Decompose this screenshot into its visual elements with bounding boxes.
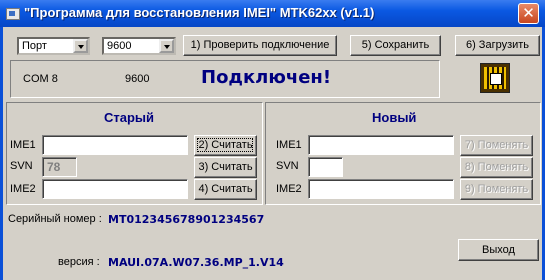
status-panel: COM 8 9600 Подключен! [10, 60, 440, 98]
new-imei1-label: IME1 [276, 139, 302, 151]
read-imei2-label: 4) Считать [198, 183, 253, 195]
read-imei1-label: 2) Считать [198, 139, 253, 151]
old-svn-field[interactable]: 78 [42, 157, 77, 177]
close-button[interactable]: ✕ [518, 3, 539, 24]
change-svn-button[interactable]: 8) Поменять [460, 157, 533, 178]
change-imei2-label: 9) Поменять [464, 183, 529, 195]
chevron-down-icon[interactable] [159, 39, 174, 53]
read-svn-label: 3) Считать [198, 161, 253, 173]
version-label: версия : [58, 256, 100, 268]
logo-core [490, 73, 502, 85]
old-svn-value: 78 [47, 160, 61, 174]
load-label: 6) Загрузить [465, 39, 530, 51]
read-imei1-button[interactable]: 2) Считать [194, 135, 257, 156]
read-imei2-button[interactable]: 4) Считать [194, 179, 257, 200]
chevron-down-icon[interactable] [73, 39, 88, 53]
window-title: "Программа для восстановления IMEI" MTK6… [24, 5, 375, 20]
save-label: 5) Сохранить [361, 39, 430, 51]
serial-number-value: MT012345678901234567 [108, 213, 265, 226]
new-imei2-field[interactable] [308, 179, 454, 199]
film-logo-icon [480, 63, 510, 93]
baud-select[interactable]: 9600 [102, 37, 176, 55]
app-icon [6, 8, 20, 20]
close-icon: ✕ [522, 4, 535, 22]
new-group-title: Новый [372, 110, 417, 125]
old-imei2-field[interactable] [42, 179, 188, 199]
baud-select-value: 9600 [107, 40, 132, 52]
new-svn-field[interactable] [308, 157, 343, 177]
change-imei1-label: 7) Поменять [464, 139, 529, 151]
serial-number-label: Серийный номер : [8, 213, 102, 225]
old-imei1-label: IME1 [10, 139, 36, 151]
old-svn-label: SVN [10, 160, 33, 172]
load-button[interactable]: 6) Загрузить [455, 35, 540, 56]
check-connection-button[interactable]: 1) Проверить подключение [183, 35, 337, 56]
port-select-value: Порт [22, 40, 47, 52]
version-value: MAUI.07A.W07.36.MP_1.V14 [108, 256, 284, 269]
exit-label: Выход [482, 244, 515, 256]
save-button[interactable]: 5) Сохранить [350, 35, 441, 56]
change-svn-label: 8) Поменять [464, 161, 529, 173]
change-imei1-button[interactable]: 7) Поменять [460, 135, 533, 156]
new-svn-label: SVN [276, 160, 299, 172]
status-com-port: COM 8 [23, 73, 58, 85]
read-svn-button[interactable]: 3) Считать [194, 157, 257, 178]
change-imei2-button[interactable]: 9) Поменять [460, 179, 533, 200]
window-border-left [0, 27, 3, 280]
exit-button[interactable]: Выход [458, 239, 539, 261]
title-bar[interactable]: "Программа для восстановления IMEI" MTK6… [0, 0, 545, 27]
status-baud-rate: 9600 [125, 73, 150, 85]
port-select[interactable]: Порт [17, 37, 90, 55]
old-group-title: Старый [104, 110, 155, 125]
check-connection-label: 1) Проверить подключение [190, 39, 330, 51]
old-imei2-label: IME2 [10, 183, 36, 195]
old-imei1-field[interactable] [42, 135, 188, 155]
connection-status: Подключен! [201, 67, 332, 88]
new-imei1-field[interactable] [308, 135, 454, 155]
new-imei2-label: IME2 [276, 183, 302, 195]
